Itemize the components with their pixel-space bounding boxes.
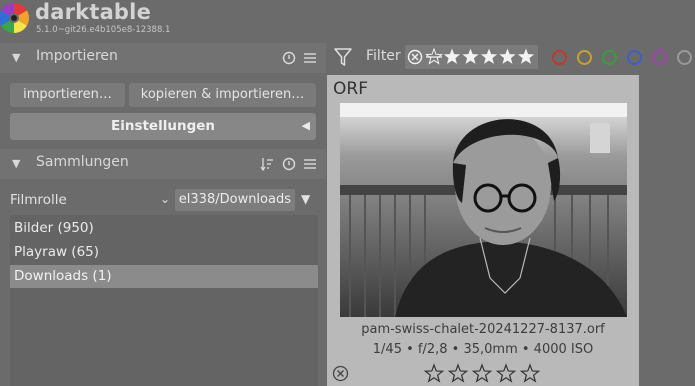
collection-list-item[interactable]: Playraw (65) <box>10 241 318 264</box>
collection-list-item[interactable]: Bilder (950) <box>10 217 318 240</box>
import-module-title: Importieren <box>36 48 118 64</box>
thumbnail-extension: ORF <box>333 79 368 99</box>
thumbnail-image[interactable] <box>340 103 627 317</box>
color-label-dot[interactable] <box>552 50 567 65</box>
star-icon[interactable] <box>499 48 516 64</box>
color-label-dot[interactable] <box>627 50 642 65</box>
thumbnail[interactable]: ORF pam-swiss-chalet-20241227-8137.orf 1… <box>327 75 639 386</box>
star-icon[interactable] <box>495 363 517 383</box>
top-header: darktable 5.1.0~git26.e4b105e8-12388.1 <box>0 0 695 42</box>
color-label-dot[interactable] <box>652 50 667 65</box>
star-icon[interactable] <box>471 363 493 383</box>
collections-module-title: Sammlungen <box>36 154 129 170</box>
triangle-down-icon: ▼ <box>12 157 21 170</box>
collection-value-entry[interactable]: el338/Downloads <box>175 189 295 211</box>
triangle-left-icon: ◀ <box>301 119 310 132</box>
app-version: 5.1.0~git26.e4b105e8-12388.1 <box>36 25 171 35</box>
settings-button-label: Einstellungen <box>110 118 215 134</box>
hamburger-menu-icon[interactable] <box>302 156 318 172</box>
triangle-down-icon[interactable]: ▼ <box>301 192 310 206</box>
star-icon[interactable] <box>519 363 541 383</box>
copy-import-button[interactable]: kopieren & importieren… <box>129 83 316 107</box>
star-icon[interactable] <box>480 48 498 64</box>
settings-button[interactable]: Einstellungen ◀ <box>10 113 316 140</box>
hamburger-menu-icon[interactable] <box>302 50 318 66</box>
rating-filter[interactable] <box>405 45 538 69</box>
collections-module-header[interactable]: ▼ Sammlungen <box>0 149 326 179</box>
triangle-down-icon: ▼ <box>12 51 21 64</box>
lighttable-area <box>641 75 695 386</box>
filter-label: Filter <box>366 48 401 64</box>
reject-x-icon[interactable] <box>407 49 423 65</box>
collection-list-item[interactable]: Downloads (1) <box>10 265 318 288</box>
thumbnail-filename: pam-swiss-chalet-20241227-8137.orf <box>361 322 605 337</box>
thumbnail-star-rating[interactable] <box>424 362 544 384</box>
star-icon[interactable] <box>462 48 479 64</box>
star-icon[interactable] <box>424 363 445 383</box>
reset-icon[interactable] <box>281 50 297 66</box>
filter-bar: Filter <box>326 42 695 72</box>
color-label-dot[interactable] <box>602 50 617 65</box>
star-icon[interactable] <box>447 363 469 383</box>
thumbnail-exif: 1/45 • f/2,8 • 35,0mm • 4000 ISO <box>372 342 594 357</box>
star-icon[interactable] <box>443 48 461 64</box>
left-panel: ▼ Importieren importieren… kopieren & im… <box>0 42 326 386</box>
chevron-down-icon[interactable]: ⌄ <box>160 192 170 206</box>
star-icon[interactable] <box>517 48 535 64</box>
unstarred-icon[interactable] <box>425 47 443 65</box>
collection-rule-row: Filmrolle ⌄ el338/Downloads ▼ <box>0 188 326 212</box>
collection-property-combobox[interactable]: Filmrolle <box>10 192 67 208</box>
color-label-dot[interactable] <box>677 50 692 65</box>
reject-x-icon[interactable] <box>332 365 349 382</box>
collection-list: Bilder (950) Playraw (65) Downloads (1) <box>10 215 318 386</box>
filter-funnel-icon[interactable] <box>333 46 353 68</box>
reset-icon[interactable] <box>281 156 297 172</box>
app-title: darktable <box>35 0 152 24</box>
sort-icon[interactable] <box>259 156 275 172</box>
import-button[interactable]: importieren… <box>10 83 125 107</box>
import-module-header[interactable]: ▼ Importieren <box>0 43 326 73</box>
darktable-logo-icon <box>0 2 30 34</box>
color-label-dot[interactable] <box>577 50 592 65</box>
